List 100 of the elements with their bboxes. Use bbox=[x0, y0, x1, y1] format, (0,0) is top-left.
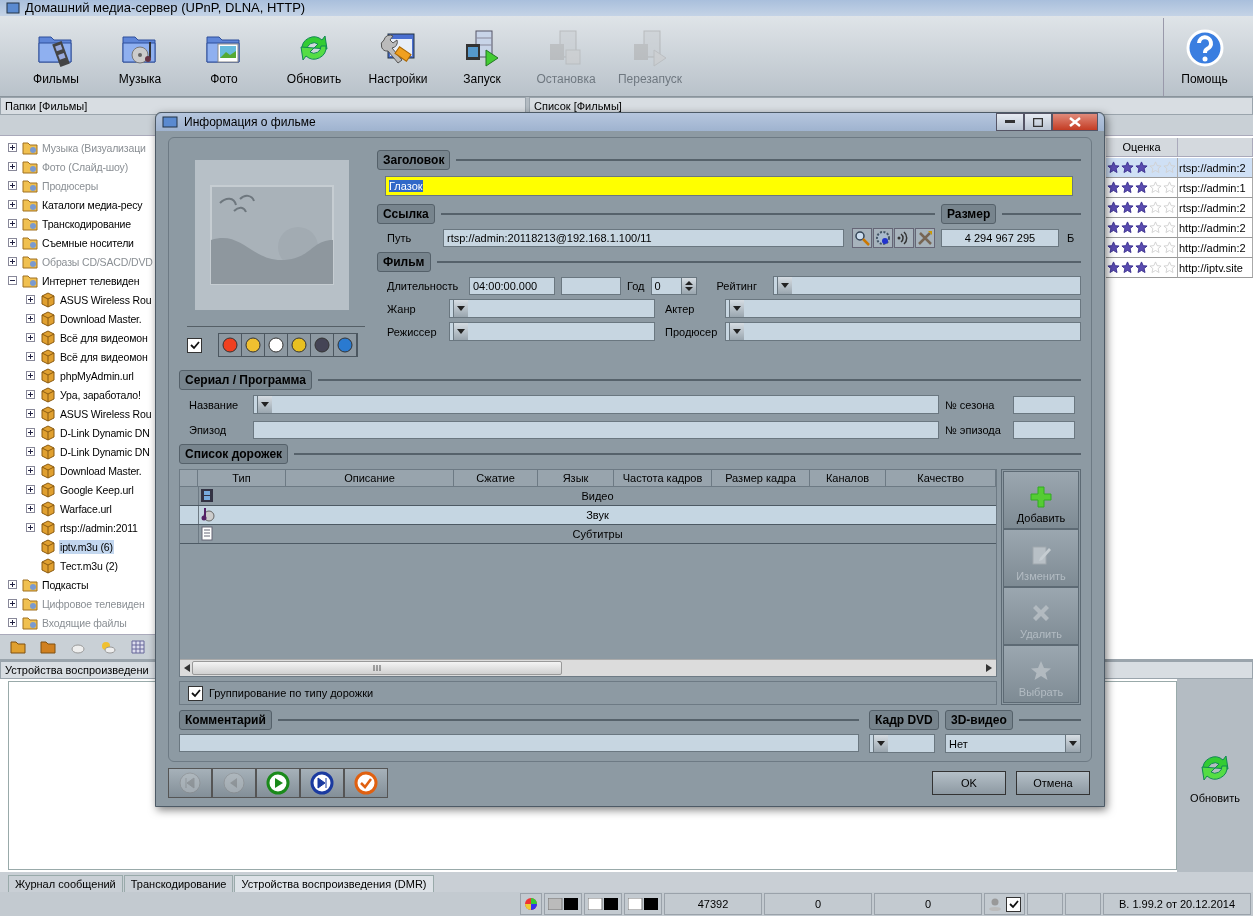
series-dropdown[interactable] bbox=[253, 395, 939, 414]
expand-icon[interactable] bbox=[26, 504, 35, 513]
tab[interactable]: Транскодирование bbox=[123, 875, 234, 892]
expand-icon[interactable] bbox=[26, 371, 35, 380]
expand-icon[interactable] bbox=[26, 447, 35, 456]
director-dropdown[interactable] bbox=[449, 322, 655, 341]
expand-icon[interactable] bbox=[8, 580, 17, 589]
toolbar-button[interactable]: Фото bbox=[182, 18, 266, 96]
ok-button[interactable]: OK bbox=[932, 771, 1006, 795]
column-header[interactable]: Язык bbox=[538, 470, 614, 487]
toolbar-button[interactable]: Настройки bbox=[356, 18, 440, 96]
year-spinner[interactable]: 0 bbox=[650, 276, 697, 295]
navigation-button[interactable] bbox=[300, 768, 344, 798]
folder-icon[interactable] bbox=[10, 639, 26, 655]
tree-item[interactable]: Съемные носители bbox=[41, 235, 135, 250]
color-pair-icon[interactable] bbox=[588, 898, 618, 910]
expand-icon[interactable] bbox=[8, 257, 17, 266]
star-rating[interactable] bbox=[1107, 241, 1176, 254]
tree-item[interactable]: Всё для видеомон bbox=[59, 330, 149, 345]
expand-icon[interactable] bbox=[8, 618, 17, 627]
checkbox[interactable] bbox=[1006, 896, 1021, 912]
genre-dropdown[interactable] bbox=[449, 299, 655, 318]
tree-item[interactable]: Warface.url bbox=[59, 501, 113, 516]
tree-item[interactable]: Ура, заработало! bbox=[59, 387, 142, 402]
tree-item[interactable]: Download Master. bbox=[59, 463, 143, 478]
table-cell[interactable]: rtsp://admin:1 bbox=[1178, 178, 1253, 198]
navigation-button[interactable] bbox=[344, 768, 388, 798]
folder-icon[interactable] bbox=[40, 639, 56, 655]
title-field[interactable]: Глазок bbox=[385, 176, 1073, 196]
column-header[interactable]: Оценка bbox=[1106, 138, 1178, 157]
expand-icon[interactable] bbox=[26, 314, 35, 323]
column-header[interactable]: Каналов bbox=[810, 470, 886, 487]
star-rating[interactable] bbox=[1107, 221, 1176, 234]
toolbar-button[interactable]: Музыка bbox=[98, 18, 182, 96]
expand-icon[interactable] bbox=[8, 219, 17, 228]
star-rating[interactable] bbox=[1107, 161, 1176, 174]
tree-item[interactable]: iptv.m3u (6) bbox=[59, 539, 114, 554]
help-button[interactable]: Помощь bbox=[1163, 18, 1245, 96]
track-group-row[interactable]: Звук bbox=[180, 506, 996, 525]
expand-icon[interactable] bbox=[8, 200, 17, 209]
column-header[interactable]: Частота кадров bbox=[614, 470, 712, 487]
tree-item[interactable]: Интернет телевиден bbox=[41, 273, 141, 288]
cancel-button[interactable]: Отмена bbox=[1016, 771, 1090, 795]
tree-item[interactable]: rtsp://admin:2011 bbox=[59, 520, 139, 535]
tree-item[interactable]: Всё для видеомон bbox=[59, 349, 149, 364]
producer-dropdown[interactable] bbox=[725, 322, 1081, 341]
expand-icon[interactable] bbox=[8, 162, 17, 171]
tree-item[interactable]: D-Link Dynamic DN bbox=[59, 444, 151, 459]
table-cell[interactable]: rtsp://admin:2 bbox=[1178, 158, 1253, 178]
comment-field[interactable] bbox=[179, 734, 859, 752]
video-3d-dropdown[interactable]: Нет bbox=[945, 734, 1081, 753]
close-button[interactable] bbox=[1052, 113, 1098, 131]
table-cell[interactable]: http://admin:2 bbox=[1178, 218, 1253, 238]
tree-item[interactable]: phpMyAdmin.url bbox=[59, 368, 135, 383]
expand-icon[interactable] bbox=[26, 333, 35, 342]
tree-item[interactable]: ASUS Wireless Rou bbox=[59, 292, 153, 307]
minimize-button[interactable] bbox=[996, 113, 1024, 131]
dvd-frame-dropdown[interactable] bbox=[869, 734, 935, 753]
episode-number-field[interactable] bbox=[1013, 421, 1075, 439]
column-header[interactable]: Размер кадра bbox=[712, 470, 810, 487]
tree-item[interactable]: Тест.m3u (2) bbox=[59, 558, 119, 573]
column-header[interactable]: Качество bbox=[886, 470, 996, 487]
tools-icon[interactable] bbox=[915, 228, 935, 248]
tree-item[interactable]: Образы CD/SACD/DVD bbox=[41, 254, 154, 269]
column-header[interactable]: Описание bbox=[286, 470, 454, 487]
toolbar-button[interactable]: Обновить bbox=[272, 18, 356, 96]
maximize-button[interactable] bbox=[1024, 113, 1052, 131]
grid-icon[interactable] bbox=[130, 639, 146, 655]
tree-item[interactable]: D-Link Dynamic DN bbox=[59, 425, 151, 440]
signal-icon[interactable] bbox=[894, 228, 914, 248]
track-group-row[interactable]: Субтитры bbox=[180, 525, 996, 544]
table-cell[interactable]: rtsp://admin:2 bbox=[1178, 198, 1253, 218]
horizontal-scrollbar[interactable] bbox=[180, 659, 996, 676]
actor-dropdown[interactable] bbox=[725, 299, 1081, 318]
expand-icon[interactable] bbox=[26, 485, 35, 494]
expand-icon[interactable] bbox=[26, 523, 35, 532]
tree-item[interactable]: Каталоги медиа-ресу bbox=[41, 197, 144, 212]
globe-icon[interactable] bbox=[334, 334, 357, 356]
tree-item[interactable]: Транскодирование bbox=[41, 216, 132, 231]
track-button[interactable]: Добавить bbox=[1003, 471, 1079, 529]
column-header[interactable]: Сжатие bbox=[454, 470, 538, 487]
duration-field[interactable]: 04:00:00.000 bbox=[469, 276, 555, 295]
rating-dropdown[interactable] bbox=[772, 276, 1081, 295]
expand-icon[interactable] bbox=[8, 599, 17, 608]
expand-icon[interactable] bbox=[26, 295, 35, 304]
expand-icon[interactable] bbox=[8, 143, 17, 152]
navigation-button[interactable] bbox=[256, 768, 300, 798]
scroll-left-icon[interactable] bbox=[184, 664, 190, 672]
tree-item[interactable]: Подкасты bbox=[41, 577, 90, 592]
expand-icon[interactable] bbox=[8, 238, 17, 247]
table-cell[interactable]: http://iptv.site bbox=[1178, 258, 1253, 278]
tab[interactable]: Журнал сообщений bbox=[8, 875, 123, 892]
checkbox[interactable] bbox=[188, 685, 203, 701]
episode-field[interactable] bbox=[253, 421, 939, 439]
column-header[interactable]: Тип bbox=[198, 470, 286, 487]
path-field[interactable]: rtsp://admin:20118213@192.168.1.100/11 bbox=[443, 229, 844, 247]
gear-icon[interactable] bbox=[873, 228, 893, 248]
color-wheel-icon[interactable] bbox=[524, 897, 538, 911]
color-pair-icon[interactable] bbox=[548, 898, 578, 910]
expand-icon[interactable] bbox=[26, 409, 35, 418]
